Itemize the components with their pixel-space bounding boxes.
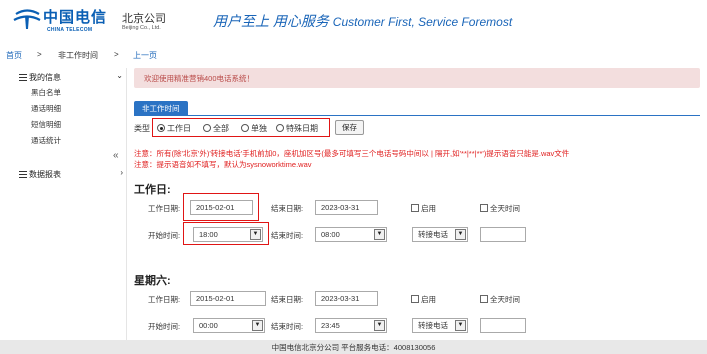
branch-name-en: Beijing Co., Ltd. <box>122 25 161 31</box>
notice-default-audio: 注意：提示语音如不填写，默认为sysnoworktime.wav <box>134 160 312 169</box>
logo-text: 中国电信 <box>43 8 108 26</box>
transfer-type-select[interactable]: 转接电话 ▼ <box>412 227 468 242</box>
type-label: 类型 <box>134 124 150 133</box>
checkbox-icon <box>411 295 419 303</box>
sidebar-group-reports[interactable]: 数据报表 › <box>0 167 127 181</box>
header: 中国电信 CHINA TELECOM 北京公司 Beijing Co., Ltd… <box>0 0 707 42</box>
sidebar-group-label: 数据报表 <box>29 170 61 179</box>
slogan-en: Customer First, Service Foremost <box>332 15 513 29</box>
sidebar-item-blacklist[interactable]: 黑白名单 <box>31 87 61 98</box>
sidebar-item-call-details[interactable]: 通话明细 <box>31 103 61 114</box>
back-link[interactable]: 上一页 <box>133 50 157 61</box>
china-telecom-logo-icon <box>13 9 41 29</box>
end-time-select[interactable]: 08:00 ▼ <box>315 227 387 242</box>
slogan: 用户至上 用心服务 Customer First, Service Foremo… <box>213 11 512 31</box>
all-day-checkbox[interactable]: 全天时间 <box>480 294 520 305</box>
dropdown-arrow-icon: ▼ <box>374 229 385 240</box>
work-date-label: 工作日期: <box>148 295 181 304</box>
transfer-number-input[interactable] <box>480 227 526 242</box>
chevron-down-icon: ⌄ <box>116 71 123 80</box>
notice-transfer-format: 注意：所有(除'北京'外)'转接电话'手机前加0，座机加区号(最多可填写三个电话… <box>134 149 570 158</box>
save-button[interactable]: 保存 <box>335 120 364 135</box>
branch-name: 北京公司 <box>122 13 166 25</box>
welcome-text: 欢迎使用精准营销400电话系统！ <box>144 74 255 83</box>
list-icon <box>19 171 27 178</box>
chevron-right-icon: › <box>120 168 123 177</box>
highlight-box <box>152 118 330 137</box>
end-date-label: 结束日期: <box>271 295 304 304</box>
breadcrumb-home-link[interactable]: 首页 <box>6 50 22 61</box>
end-date-input[interactable]: 2023-03-31 <box>315 291 378 306</box>
sidebar: 我的信息 ⌄ 黑白名单 通话明细 短信明细 通话统计 数据报表 › « <box>0 68 127 340</box>
welcome-banner: 欢迎使用精准营销400电话系统！ <box>134 68 700 88</box>
tab-bar: 非工作时间 <box>134 100 700 116</box>
section-title-saturday: 星期六: <box>134 275 171 287</box>
work-date-label: 工作日期: <box>148 204 181 213</box>
start-time-label: 开始时间: <box>148 231 181 240</box>
transfer-type-select[interactable]: 转接电话 ▼ <box>412 318 468 333</box>
sidebar-group-my-info[interactable]: 我的信息 ⌄ <box>0 70 127 84</box>
dropdown-arrow-icon: ▼ <box>252 320 263 331</box>
tab-non-work-time[interactable]: 非工作时间 <box>134 101 188 116</box>
end-date-label: 结束日期: <box>271 204 304 213</box>
sidebar-item-call-stats[interactable]: 通话统计 <box>31 135 61 146</box>
dropdown-arrow-icon: ▼ <box>455 229 466 240</box>
end-time-label: 结束时间: <box>271 231 304 240</box>
checkbox-icon <box>480 295 488 303</box>
end-date-input[interactable]: 2023-03-31 <box>315 200 378 215</box>
start-time-label: 开始时间: <box>148 322 181 331</box>
enable-checkbox[interactable]: 启用 <box>411 294 436 305</box>
slogan-cn: 用户至上 用心服务 <box>213 13 329 29</box>
dropdown-arrow-icon: ▼ <box>374 320 385 331</box>
highlight-box <box>183 193 259 221</box>
work-date-input[interactable]: 2015-02-01 <box>190 291 266 306</box>
dropdown-arrow-icon: ▼ <box>455 320 466 331</box>
section-title-workday: 工作日: <box>134 184 171 196</box>
footer-text: 中国电信北京分公司 平台服务电话：4008130056 <box>271 343 436 352</box>
collapse-sidebar-icon[interactable]: « <box>113 150 119 161</box>
end-time-label: 结束时间: <box>271 322 304 331</box>
logo-text-en: CHINA TELECOM <box>47 27 93 33</box>
sidebar-item-sms-details[interactable]: 短信明细 <box>31 119 61 130</box>
sidebar-group-label: 我的信息 <box>29 73 61 82</box>
transfer-number-input[interactable] <box>480 318 526 333</box>
breadcrumb-separator: > <box>114 50 119 59</box>
start-time-select[interactable]: 00:00 ▼ <box>193 318 265 333</box>
list-icon <box>19 74 27 81</box>
checkbox-icon <box>411 204 419 212</box>
enable-checkbox[interactable]: 启用 <box>411 203 436 214</box>
footer: 中国电信北京分公司 平台服务电话：4008130056 <box>0 340 707 354</box>
all-day-checkbox[interactable]: 全天时间 <box>480 203 520 214</box>
checkbox-icon <box>480 204 488 212</box>
breadcrumb-separator: > <box>37 50 42 59</box>
breadcrumb: 首页 > 非工作时间 > 上一页 <box>0 49 707 63</box>
end-time-select[interactable]: 23:45 ▼ <box>315 318 387 333</box>
highlight-box <box>183 222 269 245</box>
breadcrumb-current: 非工作时间 <box>58 51 98 60</box>
